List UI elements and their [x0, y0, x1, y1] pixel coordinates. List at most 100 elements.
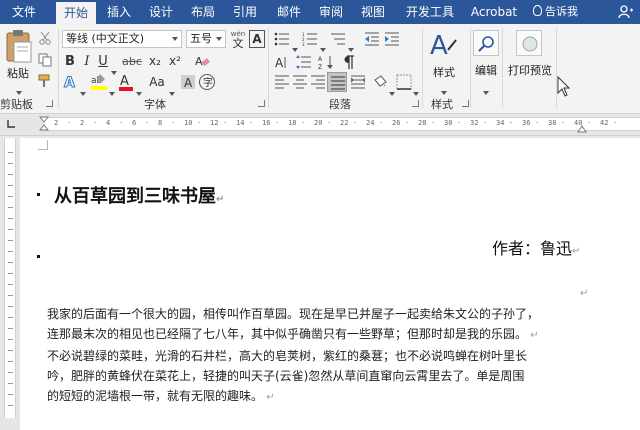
- underline-dropdown-arrow[interactable]: [111, 60, 117, 79]
- format-painter-icon[interactable]: [38, 74, 52, 88]
- justify-button-active[interactable]: [327, 72, 347, 92]
- styles-icon[interactable]: A: [428, 28, 458, 60]
- bold-button[interactable]: B: [62, 52, 78, 70]
- superscript-button[interactable]: x²: [166, 52, 184, 70]
- shading-dropdown-arrow[interactable]: [389, 81, 395, 100]
- phonetic-guide-button[interactable]: wén 文: [230, 28, 246, 50]
- highlight-dropdown-arrow[interactable]: [109, 81, 115, 100]
- paragraph-line: 连那最末次的相见也已经隔了七八年，其中似乎确凿只有一些野草；但那时却是我的乐园。…: [47, 327, 539, 341]
- print-preview-button-label[interactable]: 打印预览: [504, 62, 556, 78]
- align-left-icon[interactable]: [274, 75, 290, 89]
- document-title[interactable]: 从百草园到三味书屋↵: [54, 182, 224, 208]
- copy-icon[interactable]: [38, 53, 52, 67]
- subscript-button[interactable]: x₂: [146, 52, 164, 70]
- vertical-ruler-tick: [8, 350, 13, 351]
- share-person-icon[interactable]: [618, 4, 634, 20]
- svg-text:A: A: [430, 31, 448, 60]
- font-size-value: 五号: [190, 32, 212, 45]
- ruler-tick-mark: ·: [561, 119, 566, 127]
- decrease-indent-icon[interactable]: [364, 32, 380, 46]
- font-color-icon[interactable]: A: [118, 72, 134, 92]
- italic-button[interactable]: I: [80, 52, 94, 70]
- lightbulb-icon: [533, 5, 542, 16]
- line-spacing-icon[interactable]: [296, 54, 312, 70]
- tab-mailings[interactable]: 邮件: [272, 0, 306, 24]
- styles-button-label[interactable]: 样式: [426, 64, 462, 80]
- document-author[interactable]: 作者：鲁迅↵: [492, 235, 580, 259]
- tab-review[interactable]: 审阅: [314, 0, 348, 24]
- character-border-button[interactable]: A: [249, 30, 265, 48]
- ruler-tick-label: 14: [236, 119, 245, 127]
- align-center-icon[interactable]: [292, 75, 308, 89]
- font-name-combo[interactable]: 等线 (中文正文): [62, 30, 182, 48]
- borders-icon[interactable]: [396, 74, 412, 90]
- distributed-icon[interactable]: [350, 75, 366, 89]
- ruler-tick-mark: ·: [119, 119, 124, 127]
- paste-icon[interactable]: [4, 28, 34, 64]
- tab-insert[interactable]: 插入: [102, 0, 136, 24]
- chinese-layout-icon[interactable]: A: [274, 54, 290, 70]
- tab-selector-icon[interactable]: [6, 119, 16, 129]
- tab-acrobat[interactable]: Acrobat: [466, 0, 522, 24]
- tab-home[interactable]: 开始: [56, 2, 96, 24]
- character-shading-icon[interactable]: A: [180, 73, 196, 91]
- font-launcher[interactable]: [258, 100, 265, 107]
- text-effects-icon[interactable]: A: [62, 73, 80, 92]
- print-preview-button-frame[interactable]: [516, 30, 542, 56]
- numbering-icon[interactable]: 123: [302, 32, 318, 46]
- text-effects-dropdown-arrow[interactable]: [80, 81, 86, 100]
- change-case-button[interactable]: Aa: [146, 73, 168, 91]
- document-paragraph[interactable]: 我家的后面有一个很大的园，相传叫作百草园。现在是早已并屋子一起卖给朱文公的子孙了…: [47, 304, 599, 408]
- vertical-ruler-tick: [8, 328, 13, 329]
- vertical-ruler-tick: [8, 152, 13, 153]
- svg-text:A: A: [64, 75, 75, 91]
- ruler-tick-label: 22: [340, 119, 349, 127]
- editing-button-label[interactable]: 编辑: [468, 62, 504, 78]
- ruler-tick-mark: ·: [431, 119, 436, 127]
- vertical-ruler-tick: [8, 372, 13, 373]
- tell-me-search[interactable]: 告诉我: [533, 0, 578, 24]
- paragraph-launcher[interactable]: [412, 100, 419, 107]
- vertical-ruler-tick: [8, 163, 13, 164]
- clipboard-launcher[interactable]: [46, 100, 53, 107]
- tab-references[interactable]: 引用: [228, 0, 262, 24]
- vertical-ruler-tick: [8, 185, 13, 186]
- tab-file[interactable]: 文件: [4, 0, 44, 24]
- show-hide-marks-icon[interactable]: [340, 54, 356, 70]
- ruler-tick-mark: ·: [249, 119, 254, 127]
- underline-button[interactable]: U: [96, 52, 110, 70]
- tab-view[interactable]: 视图: [356, 0, 390, 24]
- align-right-icon[interactable]: [310, 75, 326, 89]
- font-size-combo[interactable]: 五号: [186, 30, 226, 48]
- enclose-characters-icon[interactable]: 字: [198, 73, 216, 91]
- highlight-color-icon[interactable]: ab: [90, 72, 108, 92]
- vertical-ruler-tick: [8, 306, 13, 307]
- borders-dropdown-arrow[interactable]: [413, 81, 419, 100]
- ruler-tick-mark: ·: [613, 119, 618, 127]
- sort-icon[interactable]: AZ: [318, 54, 334, 70]
- ruler-tick-mark: ·: [405, 119, 410, 127]
- multilevel-list-icon[interactable]: [330, 32, 346, 46]
- paste-button-label[interactable]: 粘贴: [2, 65, 34, 81]
- cut-icon[interactable]: [38, 31, 52, 45]
- increase-indent-icon[interactable]: [384, 32, 400, 46]
- horizontal-ruler[interactable]: 2 · 2 · 4 · 6 · 8 · 10 · 12 · 14 · 16 · 18 · 20 · 22 · 24 · 26 · 28 ·…: [39, 116, 640, 133]
- vertical-ruler-tick: [8, 339, 13, 340]
- editing-dropdown-arrow[interactable]: [483, 80, 489, 99]
- shading-icon[interactable]: [372, 74, 388, 90]
- tab-developer[interactable]: 开发工具: [400, 0, 460, 24]
- clear-formatting-icon[interactable]: A: [194, 53, 210, 69]
- document-page[interactable]: 从百草园到三味书屋↵ 作者：鲁迅↵ ↵ 我家的后面有一个很大的园，相传叫作百草园…: [20, 138, 640, 430]
- ruler-tick-label: 18: [288, 119, 297, 127]
- vertical-ruler[interactable]: [4, 138, 16, 418]
- vertical-ruler-tick: [8, 383, 13, 384]
- tab-design[interactable]: 设计: [144, 0, 178, 24]
- vertical-ruler-tick: [8, 196, 13, 197]
- indent-marker-icon[interactable]: [39, 116, 49, 132]
- tab-layout[interactable]: 布局: [186, 0, 220, 24]
- editing-button-frame[interactable]: [473, 30, 499, 56]
- bullets-icon[interactable]: [274, 32, 290, 46]
- group-divider: [502, 28, 503, 108]
- styles-launcher[interactable]: [462, 100, 469, 107]
- strikethrough-button[interactable]: abc: [120, 52, 144, 70]
